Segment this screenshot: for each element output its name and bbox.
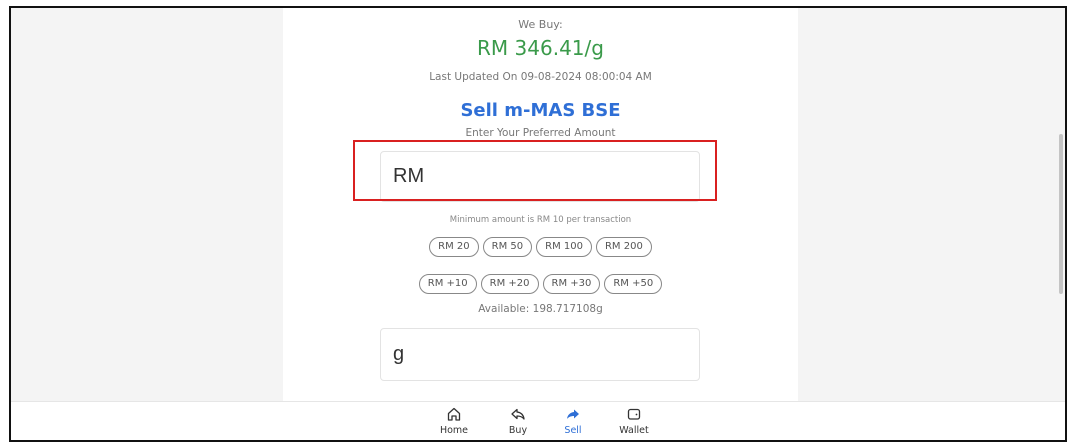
nav-buy-label: Buy: [508, 425, 528, 436]
quick-amount-row: RM 20 RM 50 RM 100 RM 200: [283, 237, 798, 257]
quick-amount-200[interactable]: RM 200: [595, 237, 652, 257]
gram-input[interactable]: [381, 329, 699, 380]
scrollbar[interactable]: [1053, 8, 1065, 401]
nav-sell-label: Sell: [564, 425, 582, 436]
increment-row: RM +10 RM +20 RM +30 RM +50: [283, 274, 798, 294]
sell-panel: We Buy: RM 346.41/g Last Updated On 09-0…: [283, 8, 798, 401]
scrollbar-thumb[interactable]: [1059, 134, 1063, 294]
buy-price: RM 346.41/g: [477, 36, 604, 60]
nav-sell[interactable]: Sell: [553, 406, 593, 436]
quick-amount-100[interactable]: RM 100: [536, 237, 592, 257]
bottom-nav: Home Buy Sell Wallet: [11, 401, 1065, 440]
increment-30[interactable]: RM +30: [542, 274, 601, 294]
wallet-icon: [614, 406, 654, 424]
nav-home[interactable]: Home: [434, 406, 474, 436]
quick-amount-50[interactable]: RM 50: [482, 237, 533, 257]
nav-home-label: Home: [439, 425, 469, 436]
page-title: Sell m-MAS BSE: [460, 100, 621, 121]
nav-buy[interactable]: Buy: [498, 406, 538, 436]
quick-amount-20[interactable]: RM 20: [429, 237, 479, 257]
last-updated: Last Updated On 09-08-2024 08:00:04 AM: [429, 71, 652, 83]
app-window: We Buy: RM 346.41/g Last Updated On 09-0…: [9, 6, 1067, 442]
amount-highlight-box: [353, 140, 717, 201]
minimum-note: Minimum amount is RM 10 per transaction: [449, 215, 632, 225]
gram-field[interactable]: [380, 328, 700, 381]
increment-50[interactable]: RM +50: [604, 274, 663, 294]
nav-wallet-label: Wallet: [619, 425, 649, 436]
share-icon: [498, 406, 538, 424]
increment-10[interactable]: RM +10: [418, 274, 477, 294]
nav-wallet[interactable]: Wallet: [614, 406, 654, 436]
we-buy-label: We Buy:: [518, 18, 563, 31]
increment-20[interactable]: RM +20: [480, 274, 539, 294]
amount-prompt: Enter Your Preferred Amount: [465, 127, 616, 139]
forward-arrow-icon: [553, 406, 593, 424]
available-balance: Available: 198.717108g: [478, 303, 603, 315]
home-icon: [434, 406, 474, 424]
